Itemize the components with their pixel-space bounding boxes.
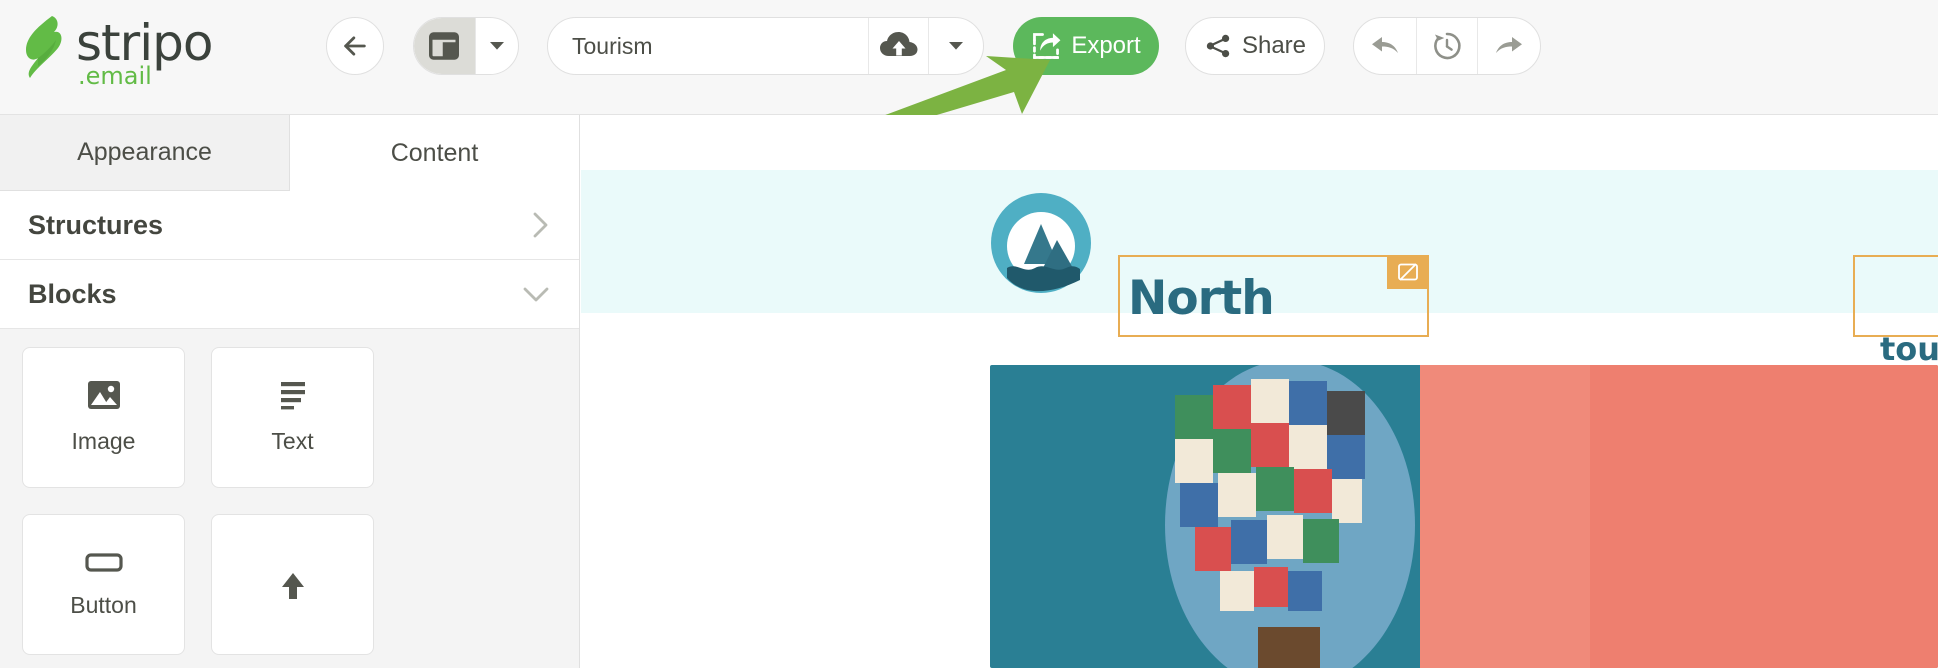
undo-button[interactable] — [1354, 18, 1416, 74]
chevron-down-icon — [949, 42, 964, 50]
panel-layout-icon — [429, 32, 460, 60]
block-card-text-label: Text — [271, 428, 314, 454]
email-header-band: North tours — [581, 170, 1938, 368]
block-card-image[interactable]: Image — [22, 347, 185, 488]
stripo-logo-icon — [26, 16, 62, 78]
left-sidebar: Appearance Content Structures Blocks Ima… — [0, 115, 580, 668]
image-icon — [87, 381, 120, 409]
tab-content[interactable]: Content — [290, 115, 579, 191]
logo-suffix: .email — [78, 62, 152, 90]
redo-button[interactable] — [1478, 18, 1540, 74]
blocks-grid: Image Text Button — [22, 347, 557, 668]
stripo-editor-window: stripo .email Tourism Export Share Appea… — [0, 0, 1938, 668]
secondary-text-block[interactable] — [1853, 255, 1938, 337]
section-structures-label: Structures — [28, 209, 164, 240]
save-to-cloud-button[interactable] — [868, 18, 928, 74]
upload-icon — [281, 572, 304, 599]
sidebar-tabs: Appearance Content — [0, 115, 579, 191]
arrow-left-icon — [344, 36, 366, 56]
share-button-label: Share — [1241, 32, 1307, 59]
history-clock-icon — [1434, 32, 1461, 60]
hero-image[interactable] — [990, 365, 1938, 668]
undo-arrow-icon — [1372, 37, 1398, 53]
export-button[interactable]: Export — [1013, 17, 1159, 75]
tab-content-label: Content — [390, 138, 479, 167]
chevron-down-icon — [489, 42, 504, 50]
app-logo[interactable]: stripo .email — [22, 14, 213, 90]
template-name-input[interactable] — [548, 18, 868, 74]
block-type-badge[interactable] — [1387, 255, 1429, 289]
tab-appearance-label: Appearance — [77, 138, 212, 166]
chevron-right-icon — [533, 212, 548, 238]
top-toolbar: stripo .email Tourism Export Share — [0, 0, 1938, 115]
logo-wordmark: stripo — [76, 14, 213, 72]
layout-toggle-button[interactable] — [414, 18, 475, 74]
north-mountain-logo-icon — [991, 193, 1091, 293]
history-controls-group — [1353, 17, 1541, 75]
block-card-upload[interactable] — [211, 514, 374, 655]
hot-air-balloon-photo — [990, 365, 1938, 668]
block-card-button[interactable]: Button — [22, 514, 185, 655]
back-button[interactable] — [326, 17, 384, 75]
secondary-text-value: tours — [1880, 330, 1938, 368]
selected-text-block[interactable]: North — [1118, 255, 1429, 337]
export-share-icon — [1033, 33, 1061, 59]
layout-toggle-group — [413, 17, 519, 75]
template-name-group — [547, 17, 984, 75]
block-card-button-label: Button — [70, 592, 137, 618]
email-canvas[interactable]: North tours — [581, 115, 1938, 668]
redo-arrow-icon — [1496, 37, 1522, 53]
section-structures[interactable]: Structures — [0, 191, 579, 260]
section-blocks[interactable]: Blocks — [0, 260, 579, 329]
share-nodes-icon — [1206, 34, 1230, 58]
no-image-icon — [1398, 263, 1418, 281]
history-button[interactable] — [1416, 18, 1478, 74]
save-dropdown-button[interactable] — [928, 18, 983, 74]
selected-text-value: North — [1128, 271, 1275, 326]
section-blocks-label: Blocks — [28, 278, 117, 309]
button-icon — [84, 553, 123, 572]
text-lines-icon — [280, 382, 305, 410]
chevron-down-icon — [523, 287, 549, 302]
layout-dropdown-button[interactable] — [474, 18, 518, 74]
block-card-image-label: Image — [71, 428, 136, 454]
share-button[interactable]: Share — [1185, 17, 1325, 75]
tab-appearance[interactable]: Appearance — [0, 115, 290, 191]
cloud-upload-icon — [879, 32, 918, 56]
blocks-panel: Image Text Button — [0, 329, 579, 668]
block-card-text[interactable]: Text — [211, 347, 374, 488]
export-button-label: Export — [1071, 32, 1141, 59]
